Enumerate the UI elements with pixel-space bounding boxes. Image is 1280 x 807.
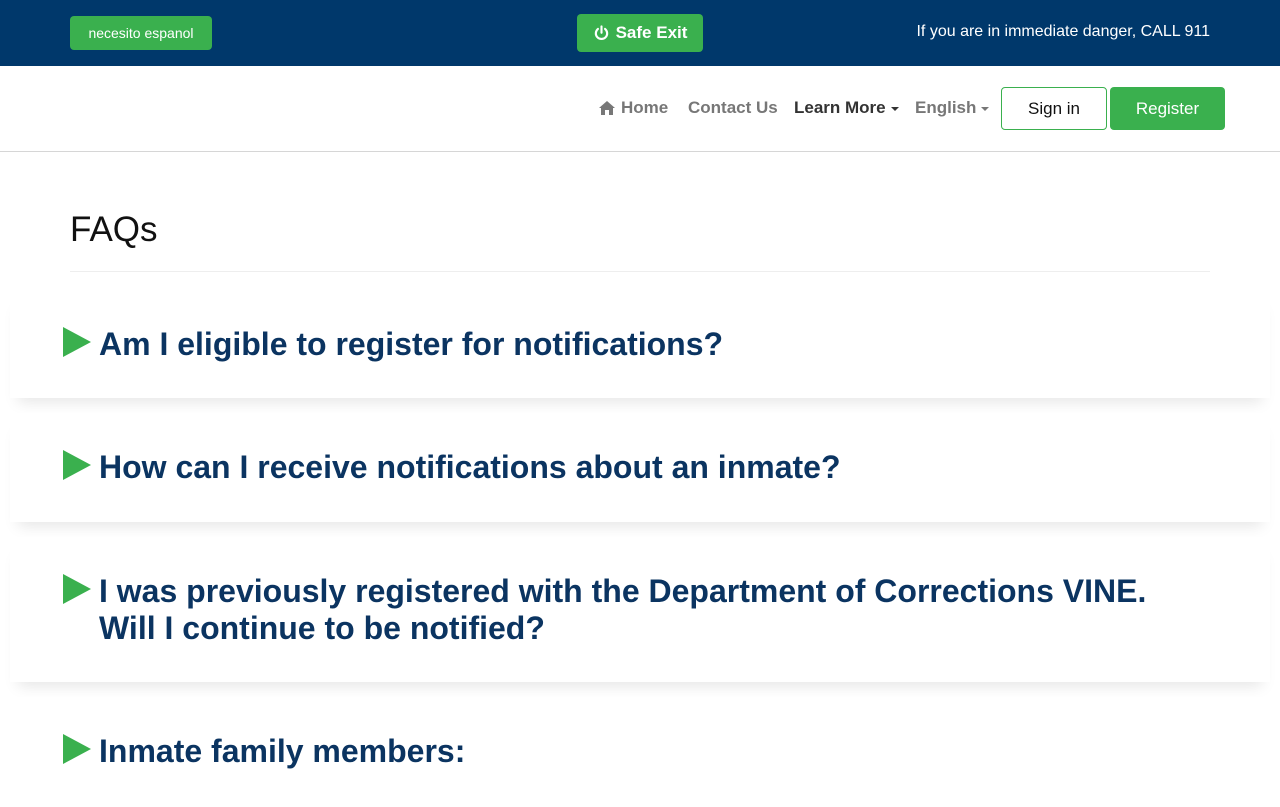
faq-question: Am I eligible to register for notificati… [99,326,724,362]
home-icon [599,101,615,115]
nav-home-link[interactable]: Home [598,98,668,118]
faq-item[interactable]: How can I receive notifications about an… [10,413,1270,522]
safe-exit-button[interactable]: Safe Exit [577,14,703,52]
power-icon [594,24,608,40]
nav-contact-link[interactable]: Contact Us [688,98,778,118]
spanish-button[interactable]: necesito espanol [70,16,212,50]
faq-question: Inmate family members: [99,733,466,769]
nav-learn-more-label: Learn More [794,98,886,117]
nav-language-label: English [915,98,977,117]
safe-exit-label: Safe Exit [615,23,688,42]
caret-down-icon [981,106,990,111]
faq-item[interactable]: Inmate family members: [10,697,1270,807]
triangle-right-icon [63,574,91,604]
page-title: FAQs [70,210,158,249]
register-button[interactable]: Register [1110,87,1225,130]
faq-question: How can I receive notifications about an… [99,449,841,485]
main-navbar: Home Contact Us Learn More English Sign … [0,66,1280,152]
triangle-right-icon [63,450,91,480]
triangle-right-icon [63,327,91,357]
faq-question: I was previously registered with the Dep… [99,573,1147,646]
emergency-notice: If you are in immediate danger, CALL 911 [916,23,1210,40]
nav-learn-more-dropdown[interactable]: Learn More [794,98,899,118]
top-alert-bar: necesito espanol Safe Exit If you are in… [0,0,1280,66]
nav-language-dropdown[interactable]: English [915,98,990,118]
triangle-right-icon [63,734,91,764]
faq-item[interactable]: Am I eligible to register for notificati… [10,290,1270,398]
caret-down-icon [890,106,899,111]
title-divider [70,271,1210,272]
sign-in-button[interactable]: Sign in [1001,87,1107,130]
faq-item[interactable]: I was previously registered with the Dep… [10,537,1270,682]
nav-home-label: Home [621,98,669,117]
